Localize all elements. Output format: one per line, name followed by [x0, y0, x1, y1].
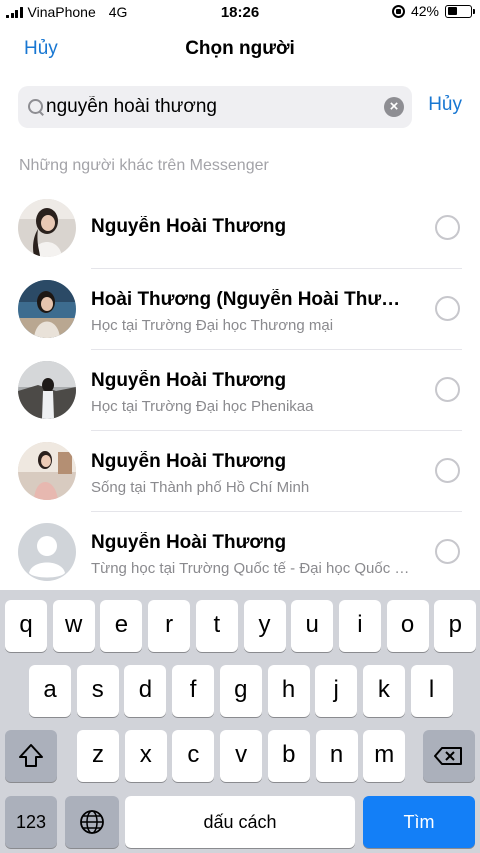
contact-subtitle: Học tại Trường Đại học Thương mại	[91, 317, 334, 334]
key-r[interactable]: r	[148, 600, 191, 652]
key-d[interactable]: d	[124, 665, 167, 717]
key-m[interactable]: m	[363, 730, 406, 782]
select-radio[interactable]	[435, 296, 460, 321]
select-radio[interactable]	[435, 377, 460, 402]
numbers-key[interactable]: 123	[5, 796, 57, 848]
key-t[interactable]: t	[195, 600, 238, 652]
contact-subtitle: Từng học tại Trường Quốc tế - Đại học Qu…	[91, 560, 416, 577]
contact-subtitle: Sống tại Thành phố Hồ Chí Minh	[91, 479, 310, 496]
avatar	[18, 442, 76, 500]
key-b[interactable]: b	[267, 730, 310, 782]
key-k[interactable]: k	[362, 665, 405, 717]
select-radio[interactable]	[435, 458, 460, 483]
key-l[interactable]: l	[410, 665, 453, 717]
key-a[interactable]: a	[29, 665, 71, 717]
search-input[interactable]	[46, 96, 366, 118]
key-j[interactable]: j	[315, 665, 358, 717]
key-c[interactable]: c	[172, 730, 215, 782]
backspace-key[interactable]	[423, 730, 475, 782]
contact-name: Nguyễn Hoài Thương	[91, 370, 287, 391]
key-o[interactable]: o	[386, 600, 429, 652]
list-item[interactable]: Nguyễn Hoài Thương Từng học tại Trường Q…	[0, 512, 480, 593]
search-icon	[28, 98, 45, 116]
clear-search-icon[interactable]: ×	[384, 97, 404, 117]
key-p[interactable]: p	[434, 600, 477, 652]
search-return-key[interactable]: Tìm	[363, 796, 475, 848]
keyboard: qwertyuiop asdfghjkl zxcvbnm 123 dấu các…	[0, 590, 480, 853]
battery-percent: 42%	[410, 3, 439, 19]
contact-subtitle: Học tại Trường Đại học Phenikaa	[91, 398, 314, 415]
backspace-icon	[434, 747, 462, 765]
list-item[interactable]: Hoài Thương (Nguyễn Hoài Thương) Học tại…	[0, 269, 480, 350]
orientation-lock-icon	[391, 4, 405, 18]
avatar	[18, 199, 76, 257]
key-n[interactable]: n	[315, 730, 358, 782]
section-header: Những người khác trên Messenger	[19, 157, 269, 174]
avatar	[18, 361, 76, 419]
battery-icon	[445, 4, 475, 18]
key-u[interactable]: u	[291, 600, 334, 652]
battery-fill	[447, 7, 457, 15]
default-avatar-icon	[18, 523, 76, 581]
contact-name: Hoài Thương (Nguyễn Hoài Thương)	[91, 289, 413, 310]
search-cancel-button[interactable]: Hủy	[428, 94, 462, 116]
status-bar: VinaPhone 4G 18:26 42%	[0, 0, 480, 24]
search-row: × Hủy	[0, 86, 480, 128]
key-g[interactable]: g	[219, 665, 262, 717]
globe-icon	[80, 810, 104, 834]
key-v[interactable]: v	[220, 730, 263, 782]
globe-key[interactable]	[65, 796, 119, 848]
results-list: Nguyễn Hoài Thương Hoài Thương (Nguyễn H…	[0, 188, 480, 593]
key-e[interactable]: e	[100, 600, 143, 652]
navigation-bar: Hủy Chọn người	[0, 30, 480, 70]
page-title: Chọn người	[185, 38, 295, 59]
key-z[interactable]: z	[77, 730, 119, 782]
key-y[interactable]: y	[243, 600, 286, 652]
key-w[interactable]: w	[52, 600, 95, 652]
contact-name: Nguyễn Hoài Thương	[91, 216, 287, 237]
key-x[interactable]: x	[124, 730, 167, 782]
list-item[interactable]: Nguyễn Hoài Thương Học tại Trường Đại họ…	[0, 350, 480, 431]
shift-key[interactable]	[5, 730, 57, 782]
list-item[interactable]: Nguyễn Hoài Thương Sống tại Thành phố Hồ…	[0, 431, 480, 512]
space-key[interactable]: dấu cách	[125, 796, 355, 848]
key-i[interactable]: i	[338, 600, 381, 652]
avatar	[18, 280, 76, 338]
contact-name: Nguyễn Hoài Thương	[91, 451, 287, 472]
status-right: 42%	[391, 3, 475, 19]
contact-name: Nguyễn Hoài Thương	[91, 532, 287, 553]
key-q[interactable]: q	[5, 600, 47, 652]
select-radio[interactable]	[435, 539, 460, 564]
key-h[interactable]: h	[267, 665, 310, 717]
key-f[interactable]: f	[172, 665, 215, 717]
search-box[interactable]: ×	[18, 86, 412, 128]
key-s[interactable]: s	[76, 665, 119, 717]
shift-icon	[19, 744, 43, 767]
list-item[interactable]: Nguyễn Hoài Thương	[0, 188, 480, 269]
select-radio[interactable]	[435, 215, 460, 240]
